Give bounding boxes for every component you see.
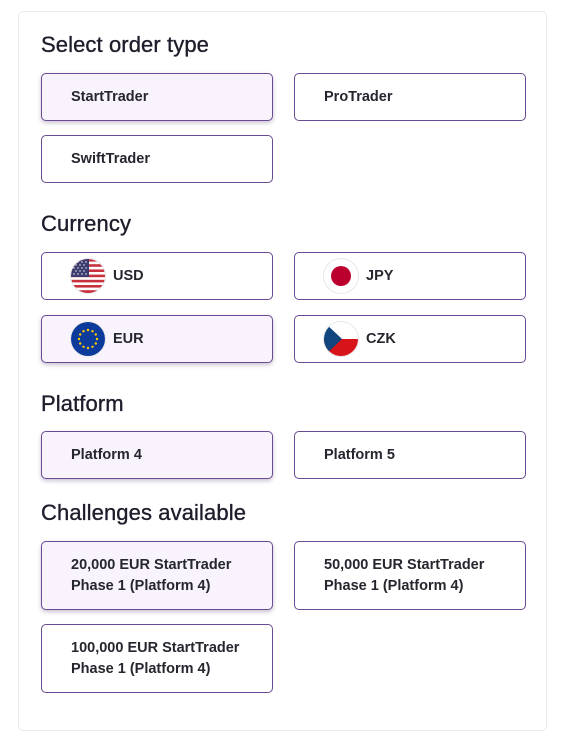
currency-jpy[interactable]: JPY [294, 252, 526, 300]
option-label: Platform 5 [324, 447, 395, 463]
currency-eur[interactable]: EUR [41, 315, 273, 363]
option-label: USD [113, 268, 144, 284]
challenge-100000-eur[interactable]: 100,000 EUR StartTrader Phase 1 (Platfor… [41, 624, 273, 693]
option-label: ProTrader [324, 89, 393, 105]
option-label: SwiftTrader [71, 151, 150, 167]
option-label: JPY [366, 268, 394, 284]
currency-usd[interactable]: USD [41, 252, 273, 300]
challenge-20000-eur[interactable]: 20,000 EUR StartTrader Phase 1 (Platform… [41, 541, 273, 610]
option-label: 100,000 EUR StartTrader Phase 1 (Platfor… [71, 639, 240, 677]
platform-4[interactable]: Platform 4 [41, 431, 273, 479]
order-type-swifttrader[interactable]: SwiftTrader [41, 135, 273, 183]
czech-flag-icon [324, 322, 358, 356]
option-label: 50,000 EUR StartTrader Phase 1 (Platform… [324, 556, 485, 594]
platform-5[interactable]: Platform 5 [294, 431, 526, 479]
option-label: 20,000 EUR StartTrader Phase 1 (Platform… [71, 556, 232, 594]
option-label: EUR [113, 331, 144, 347]
japan-flag-icon [324, 259, 358, 293]
option-label: StartTrader [71, 89, 149, 105]
challenge-50000-eur[interactable]: 50,000 EUR StartTrader Phase 1 (Platform… [294, 541, 526, 610]
order-type-title: Select order type [41, 32, 210, 57]
order-type-protrader[interactable]: ProTrader [294, 73, 526, 121]
challenges-title: Challenges available [41, 500, 247, 525]
platform-title: Platform [41, 391, 124, 416]
option-label: CZK [366, 331, 396, 347]
order-type-starttrader[interactable]: StartTrader [41, 73, 273, 121]
option-label: Platform 4 [71, 447, 142, 463]
us-flag-icon [71, 259, 105, 293]
eu-flag-icon [71, 322, 105, 356]
currency-czk[interactable]: CZK [294, 315, 526, 363]
currency-title: Currency [41, 211, 132, 236]
